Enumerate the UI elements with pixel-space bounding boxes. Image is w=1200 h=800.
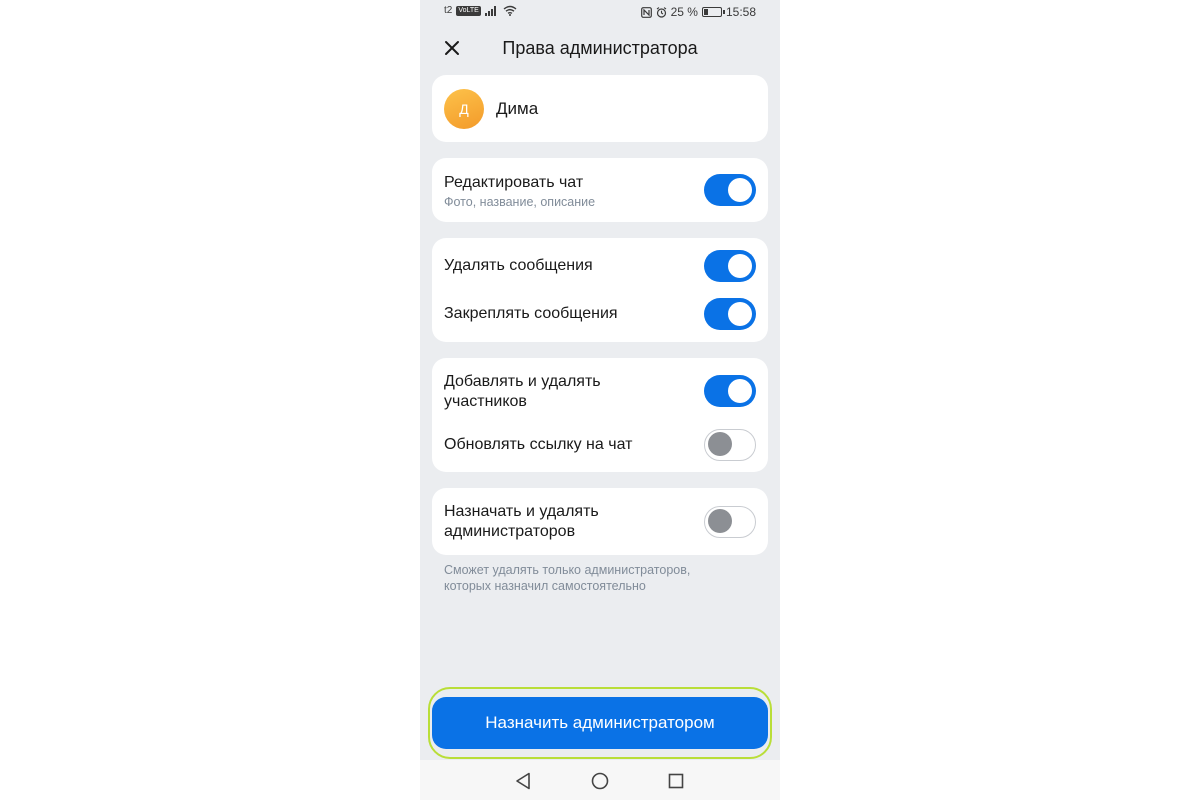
assign-admin-button[interactable]: Назначить администратором bbox=[432, 697, 768, 749]
permission-group-chat: Редактировать чат Фото, название, описан… bbox=[432, 158, 768, 222]
battery-icon bbox=[701, 7, 725, 17]
carrier-label: t2 bbox=[444, 5, 453, 16]
toggle-knob bbox=[708, 509, 732, 534]
toggle-edit-chat[interactable] bbox=[704, 174, 756, 206]
alarm-icon bbox=[656, 6, 666, 18]
toggle-add-remove-members[interactable] bbox=[704, 375, 756, 407]
permission-group-members: Добавлять и удалять участников Обновлять… bbox=[432, 358, 768, 472]
signal-icon bbox=[484, 6, 496, 16]
status-bar: t2 VoLTE 25 % 15:58 bbox=[420, 0, 780, 24]
toggle-pin-messages[interactable] bbox=[704, 298, 756, 330]
recents-nav-button[interactable] bbox=[665, 770, 687, 792]
user-name: Дима bbox=[496, 99, 539, 118]
wifi-icon bbox=[503, 5, 517, 16]
toggle-knob bbox=[708, 432, 732, 457]
toggle-delete-messages[interactable] bbox=[704, 250, 756, 282]
clock: 15:58 bbox=[725, 5, 756, 19]
recents-square-icon bbox=[668, 773, 684, 789]
toggle-knob bbox=[728, 178, 752, 202]
status-bar-left: t2 VoLTE bbox=[444, 5, 517, 16]
nfc-icon bbox=[640, 6, 652, 18]
permission-group-admins: Назначать и удалять администраторов bbox=[432, 488, 768, 555]
home-circle-icon bbox=[591, 772, 609, 790]
page-title: Права администратора bbox=[502, 38, 698, 58]
footnote: Сможет удалять только администраторов, к… bbox=[444, 562, 744, 594]
user-card: Д Дима bbox=[432, 75, 768, 142]
footnote-line2: которых назначил самостоятельно bbox=[444, 579, 646, 593]
back-triangle-icon bbox=[516, 772, 530, 790]
footnote-line1: Сможет удалять только администраторов, bbox=[444, 563, 691, 577]
toggle-update-link[interactable] bbox=[704, 429, 756, 461]
avatar: Д bbox=[444, 89, 484, 129]
toggle-knob bbox=[728, 254, 752, 278]
back-nav-button[interactable] bbox=[512, 770, 534, 792]
volte-badge: VoLTE bbox=[456, 5, 481, 16]
battery-percent: 25 % bbox=[670, 5, 698, 19]
toggle-manage-admins[interactable] bbox=[704, 506, 756, 538]
status-bar-right: 25 % 15:58 bbox=[640, 5, 756, 19]
home-nav-button[interactable] bbox=[589, 770, 611, 792]
header: Права администратора bbox=[420, 28, 780, 70]
system-nav-bar bbox=[420, 760, 780, 800]
permission-group-messages: Удалять сообщения Закреплять сообщения bbox=[432, 238, 768, 342]
toggle-knob bbox=[728, 379, 752, 403]
phone-screen: t2 VoLTE 25 % 15:58 Права администратора… bbox=[420, 0, 780, 800]
toggle-knob bbox=[728, 302, 752, 326]
